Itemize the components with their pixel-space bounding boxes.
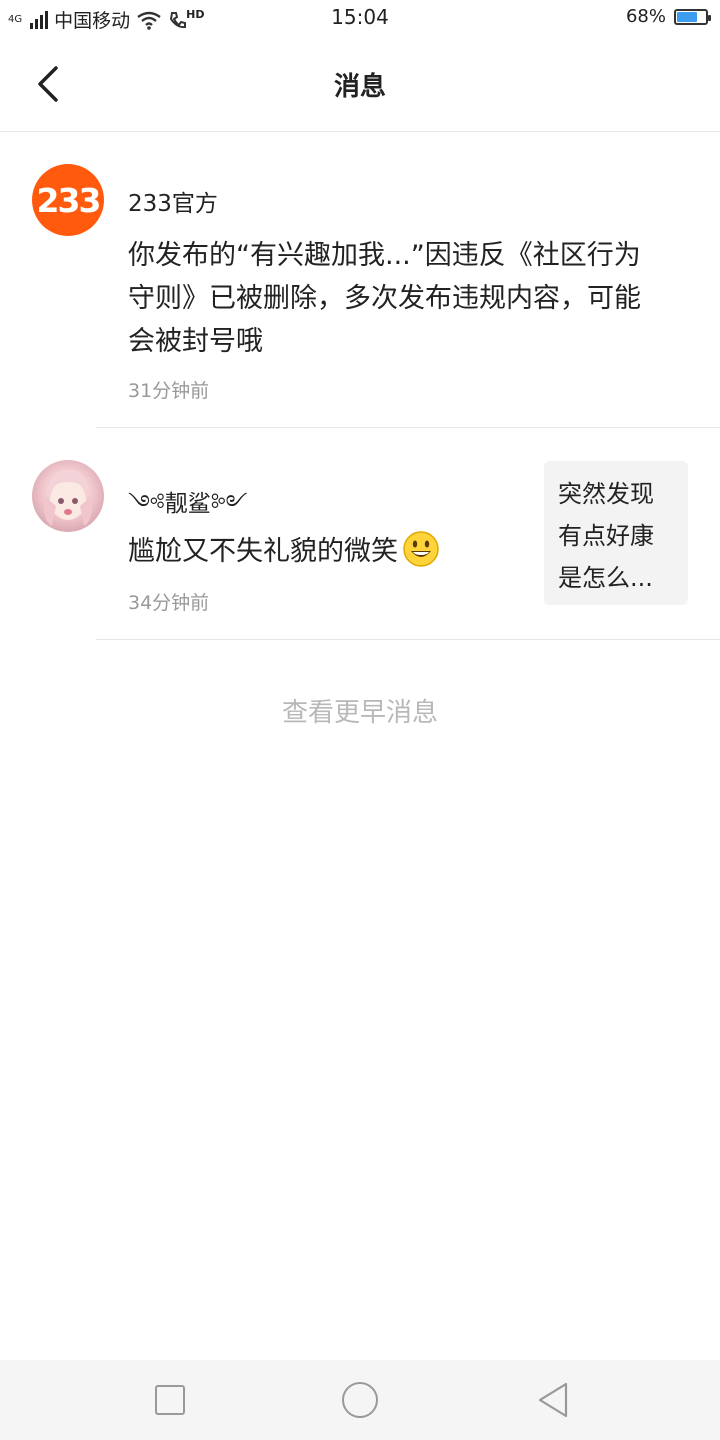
clock: 15:04 [331, 5, 389, 29]
avatar-233[interactable]: 233 [32, 164, 104, 236]
quoted-post-card[interactable]: 突然发现有点好康是怎么... [544, 461, 688, 605]
header-bar: 消息 [0, 36, 720, 132]
smiley-emoji-icon [403, 531, 439, 567]
divider [96, 639, 720, 640]
message-content: 你发布的“有兴趣加我...”因违反《社区行为守则》已被删除，多次发布违规内容，可… [128, 240, 641, 357]
page-title: 消息 [333, 72, 386, 102]
battery-percent: 68% [625, 6, 666, 27]
message-item-official[interactable]: 233 233官方 你发布的“有兴趣加我...”因违反《社区行为守则》已被删除，… [0, 132, 720, 428]
message-content: 尴尬又不失礼貌的微笑 [128, 530, 440, 573]
message-text: 尴尬又不失礼貌的微笑 [128, 536, 398, 567]
message-time: 31分钟前 [128, 380, 210, 402]
status-bar: 4G 中国移动 HD 15:04 68% [0, 0, 720, 36]
message-time: 34分钟前 [128, 592, 210, 614]
battery-fill [677, 11, 698, 22]
avatar-233-label: 233 [36, 180, 102, 220]
system-back-button[interactable] [536, 1381, 572, 1419]
status-right: 68% [625, 6, 711, 27]
home-button[interactable] [342, 1382, 378, 1418]
battery-icon [674, 8, 711, 25]
quoted-post-text: 突然发现有点好康是怎么... [558, 480, 654, 592]
system-navigation-bar [0, 1360, 720, 1440]
avatar-user[interactable] [32, 460, 104, 532]
load-earlier-messages-link[interactable]: 查看更早消息 [0, 692, 720, 729]
message-item-user[interactable]: ༺靓鲨༻ 尴尬又不失礼貌的微笑 34分钟前 突然发现有点好康是怎么... [0, 428, 720, 639]
avatar-illustration [43, 469, 93, 526]
sender-name[interactable]: 233官方 [128, 184, 218, 218]
recent-apps-button[interactable] [155, 1385, 185, 1415]
